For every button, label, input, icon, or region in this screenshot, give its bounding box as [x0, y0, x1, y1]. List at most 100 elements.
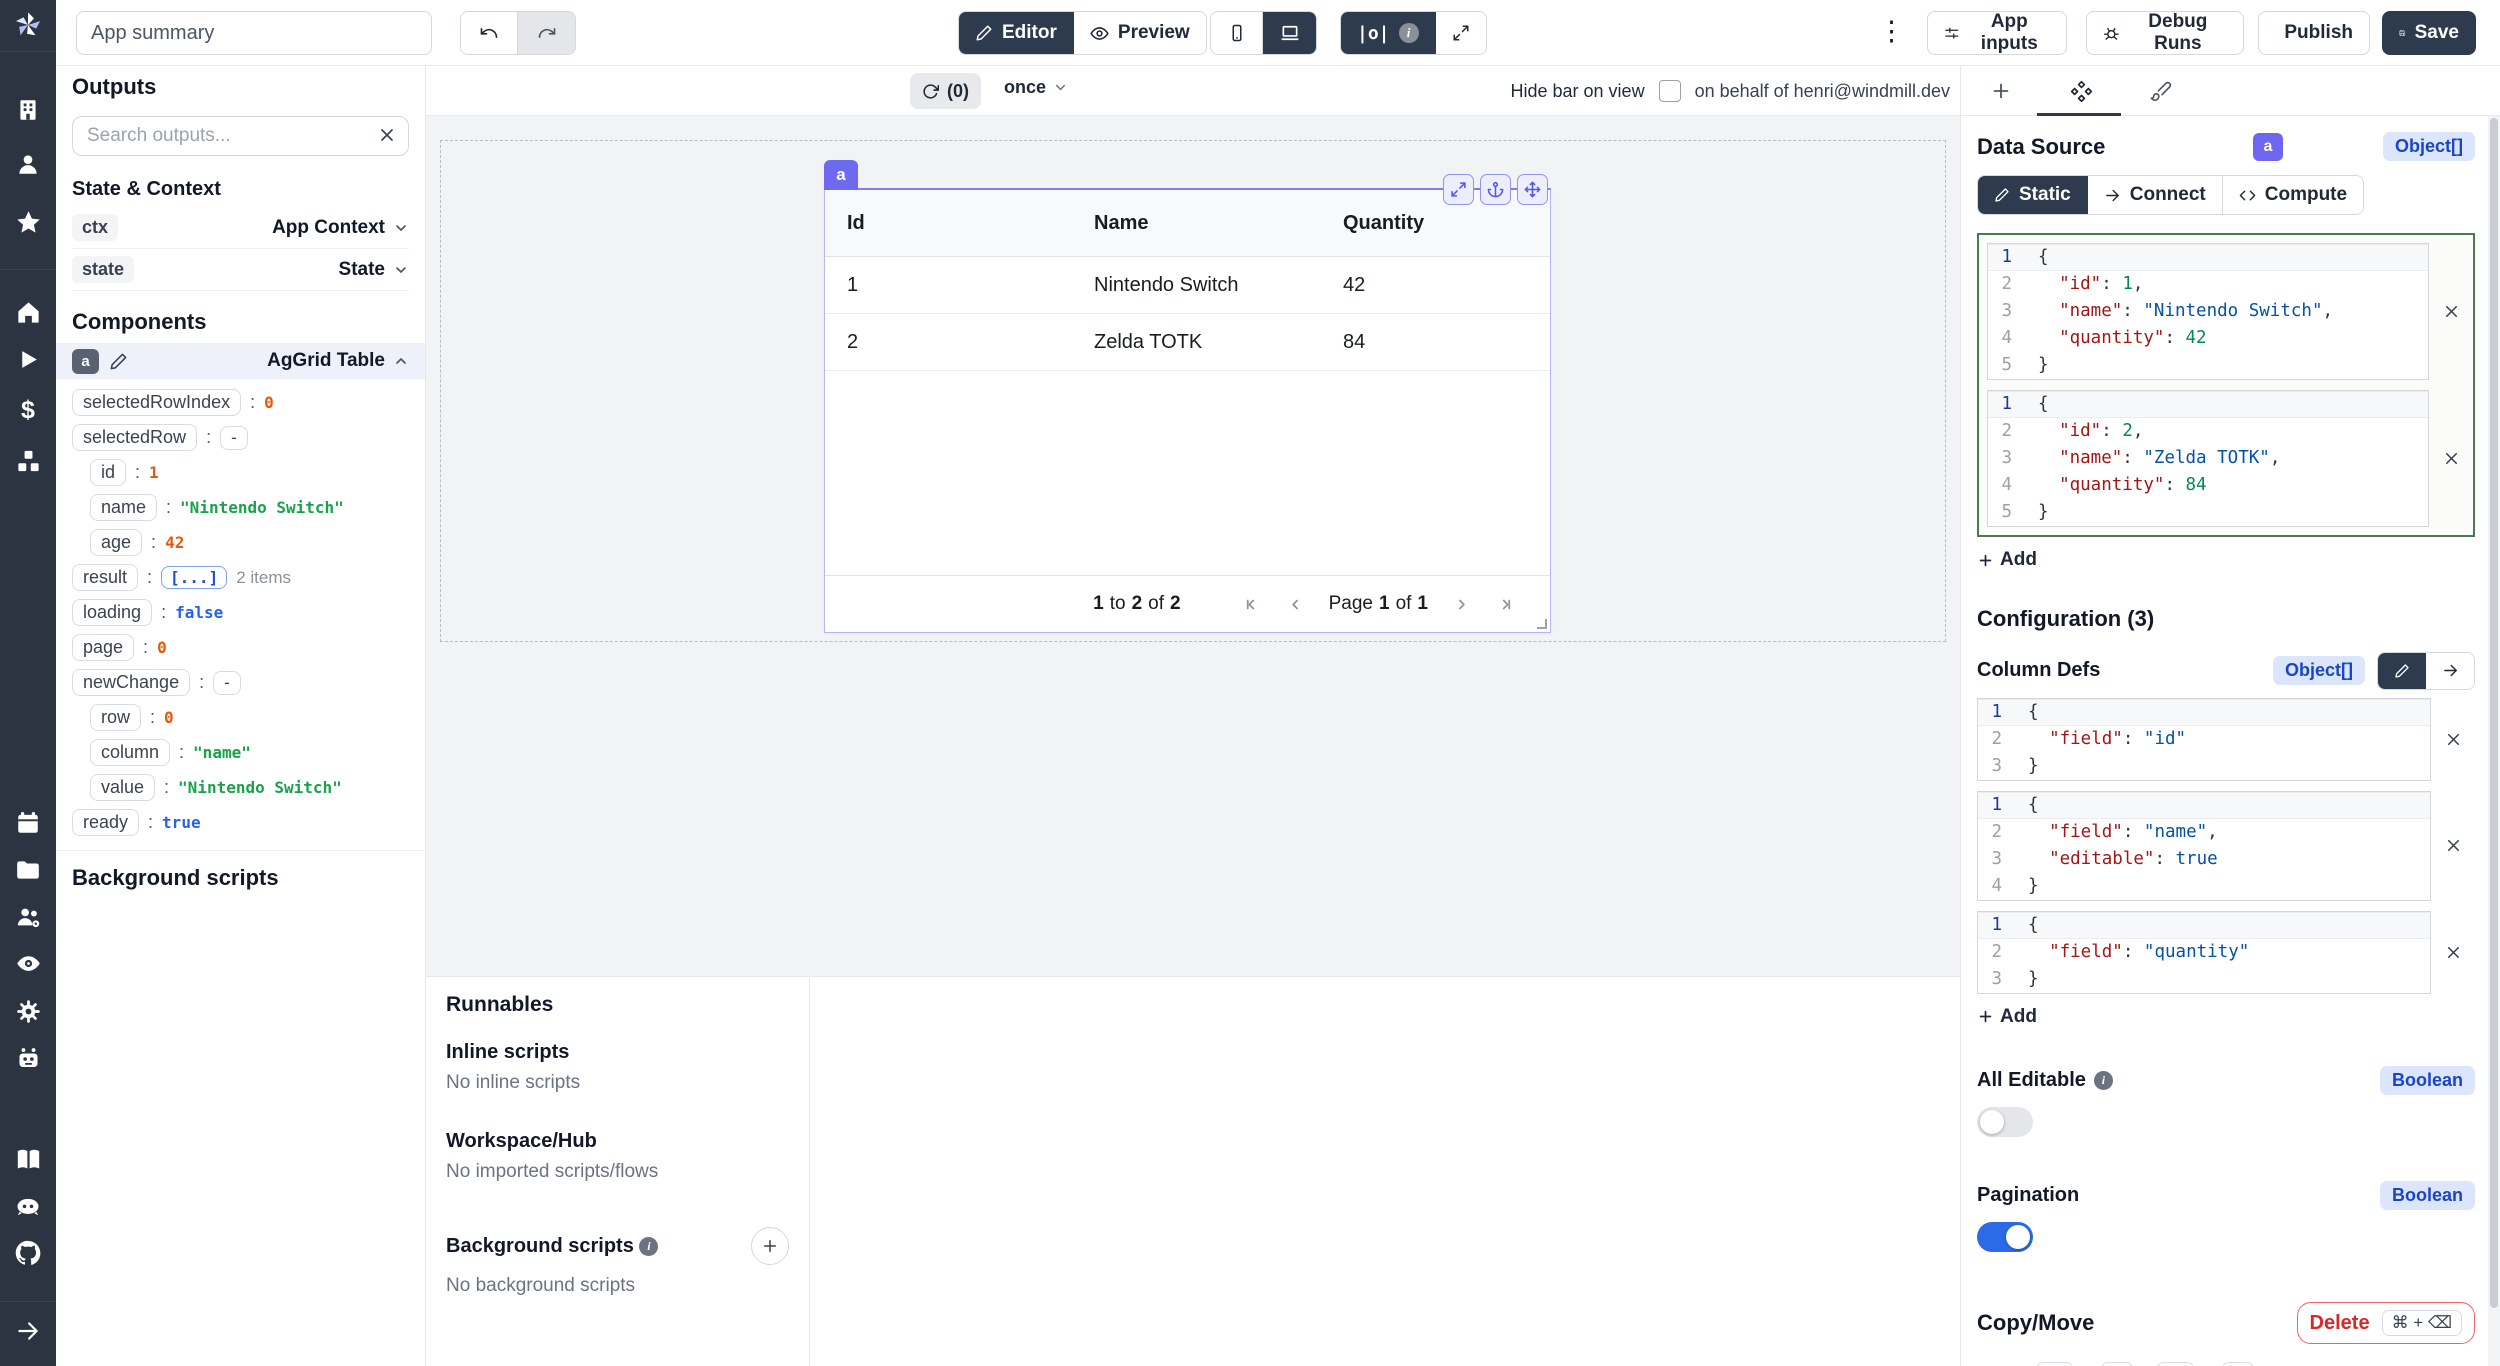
all-editable-toggle[interactable]: [1977, 1107, 2033, 1137]
editor-tab[interactable]: Editor: [959, 12, 1074, 54]
search-outputs-input[interactable]: [72, 116, 409, 156]
windmill-logo-icon[interactable]: [11, 8, 45, 42]
pagination-toggle[interactable]: [1977, 1222, 2033, 1252]
kebab-menu-icon[interactable]: ⋮: [1878, 18, 1905, 45]
home-icon[interactable]: [11, 295, 45, 329]
remove-column-icon[interactable]: [2431, 943, 2475, 962]
state-row[interactable]: state State: [72, 249, 409, 291]
column-header[interactable]: Id: [825, 212, 1072, 235]
last-page-icon[interactable]: [1495, 595, 1514, 614]
first-page-icon[interactable]: [1243, 595, 1262, 614]
compute-mode-button[interactable]: Compute: [2223, 176, 2363, 214]
json-editor[interactable]: 1{ 2 "field": "id" 3}: [1977, 698, 2431, 781]
redo-button[interactable]: [518, 12, 575, 54]
output-row[interactable]: column: "name": [72, 735, 409, 770]
aggrid-table-component[interactable]: a Id Name Quantity 1 Nintendo Switch: [824, 188, 1551, 633]
static-mode-button[interactable]: Static: [1978, 176, 2088, 214]
variables-dollar-icon[interactable]: $: [11, 393, 45, 427]
anchor-component-icon[interactable]: [1480, 174, 1511, 205]
component-id-badge[interactable]: a: [824, 160, 858, 190]
output-row[interactable]: selectedRow: -: [72, 420, 409, 455]
delete-component-button[interactable]: Delete ⌘ + ⌫: [2297, 1302, 2475, 1344]
workspace-icon[interactable]: [11, 93, 45, 127]
clear-search-icon[interactable]: [377, 125, 397, 145]
docs-book-icon[interactable]: [11, 1142, 45, 1176]
json-editor[interactable]: 1{ 2 "id": 1, 3 "name": "Nintendo Switch…: [1987, 243, 2429, 380]
save-button[interactable]: Save: [2382, 11, 2476, 55]
column-header[interactable]: Quantity: [1321, 212, 1550, 235]
schedule-dropdown[interactable]: once: [1004, 77, 1068, 98]
panel-scrollbar[interactable]: [2488, 116, 2500, 1366]
remove-column-icon[interactable]: [2431, 836, 2475, 855]
edit-mode-pencil-icon[interactable]: [2378, 653, 2426, 689]
schedules-calendar-icon[interactable]: [11, 806, 45, 840]
output-row[interactable]: result: [...] 2 items: [72, 560, 409, 595]
resize-handle[interactable]: [1537, 619, 1547, 629]
output-row[interactable]: age: 42: [72, 525, 409, 560]
output-row[interactable]: ready: true: [72, 805, 409, 840]
prev-page-icon[interactable]: [1286, 595, 1305, 614]
output-row[interactable]: loading: false: [72, 595, 409, 630]
table-cell[interactable]: Zelda TOTK: [1072, 331, 1321, 354]
settings-gear-icon[interactable]: [11, 994, 45, 1028]
output-row[interactable]: value: "Nintendo Switch": [72, 770, 409, 805]
json-editor[interactable]: 1{ 2 "field": "name", 3 "editable": true…: [1977, 791, 2431, 901]
groups-users-icon[interactable]: [11, 900, 45, 934]
desktop-view-button[interactable]: [1263, 12, 1316, 54]
component-settings-tab[interactable]: [2041, 79, 2121, 102]
runs-play-icon[interactable]: [11, 342, 45, 376]
json-editor[interactable]: 1{ 2 "field": "quantity" 3}: [1977, 911, 2431, 994]
table-row[interactable]: 1 Nintendo Switch 42: [825, 257, 1550, 314]
edit-pencil-icon[interactable]: [109, 352, 128, 371]
add-background-script-button[interactable]: [751, 1227, 789, 1265]
output-row[interactable]: name: "Nintendo Switch": [72, 490, 409, 525]
move-component-icon[interactable]: [1517, 174, 1548, 205]
chevron-up-icon[interactable]: [393, 353, 409, 369]
refresh-button[interactable]: (0): [910, 73, 981, 109]
publish-button[interactable]: Publish: [2258, 11, 2370, 55]
table-cell[interactable]: 2: [825, 331, 1072, 354]
add-column-button[interactable]: Add: [1977, 1006, 2037, 1028]
audit-eye-icon[interactable]: [11, 946, 45, 980]
app-inputs-button[interactable]: App inputs: [1927, 11, 2067, 55]
output-row[interactable]: newChange: -: [72, 665, 409, 700]
hide-bar-checkbox[interactable]: [1659, 80, 1681, 102]
insert-component-tab[interactable]: [1961, 80, 2041, 102]
app-summary-input[interactable]: [76, 11, 432, 55]
table-cell[interactable]: 1: [825, 274, 1072, 297]
fullscreen-button[interactable]: [1436, 12, 1486, 54]
output-row[interactable]: id: 1: [72, 455, 409, 490]
folders-icon[interactable]: [11, 853, 45, 887]
output-row[interactable]: selectedRowIndex: 0: [72, 385, 409, 420]
expand-component-icon[interactable]: [1443, 174, 1474, 205]
add-data-item-button[interactable]: Add: [1977, 549, 2037, 571]
json-editor[interactable]: 1{ 2 "id": 2, 3 "name": "Zelda TOTK", 4 …: [1987, 390, 2429, 527]
user-icon[interactable]: [11, 147, 45, 181]
app-canvas[interactable]: a Id Name Quantity 1 Nintendo Switch: [426, 116, 1960, 976]
column-header[interactable]: Name: [1072, 212, 1321, 235]
debug-outline-button[interactable]: |o| i: [1341, 12, 1436, 54]
resources-cubes-icon[interactable]: [11, 444, 45, 478]
table-cell[interactable]: 42: [1321, 274, 1550, 297]
table-row[interactable]: 2 Zelda TOTK 84: [825, 314, 1550, 371]
ctx-row[interactable]: ctx App Context: [72, 207, 409, 249]
connect-mode-arrow-icon[interactable]: [2426, 653, 2474, 689]
component-header-row[interactable]: a AgGrid Table: [56, 343, 425, 379]
output-row[interactable]: page: 0: [72, 630, 409, 665]
undo-button[interactable]: [461, 12, 518, 54]
debug-runs-button[interactable]: Debug Runs: [2086, 11, 2244, 55]
output-row[interactable]: row: 0: [72, 700, 409, 735]
output-value[interactable]: [...]: [161, 566, 227, 589]
remove-item-icon[interactable]: [2429, 449, 2473, 468]
connect-mode-button[interactable]: Connect: [2088, 176, 2223, 214]
favorites-star-icon[interactable]: [11, 205, 45, 239]
styling-brush-tab[interactable]: [2121, 80, 2201, 102]
github-icon[interactable]: [11, 1236, 45, 1270]
collapse-arrow-icon[interactable]: [11, 1314, 45, 1348]
table-cell[interactable]: Nintendo Switch: [1072, 274, 1321, 297]
mobile-view-button[interactable]: [1211, 12, 1263, 54]
remove-column-icon[interactable]: [2431, 730, 2475, 749]
scrollbar-thumb[interactable]: [2490, 118, 2498, 1308]
next-page-icon[interactable]: [1452, 595, 1471, 614]
preview-tab[interactable]: Preview: [1074, 12, 1206, 54]
